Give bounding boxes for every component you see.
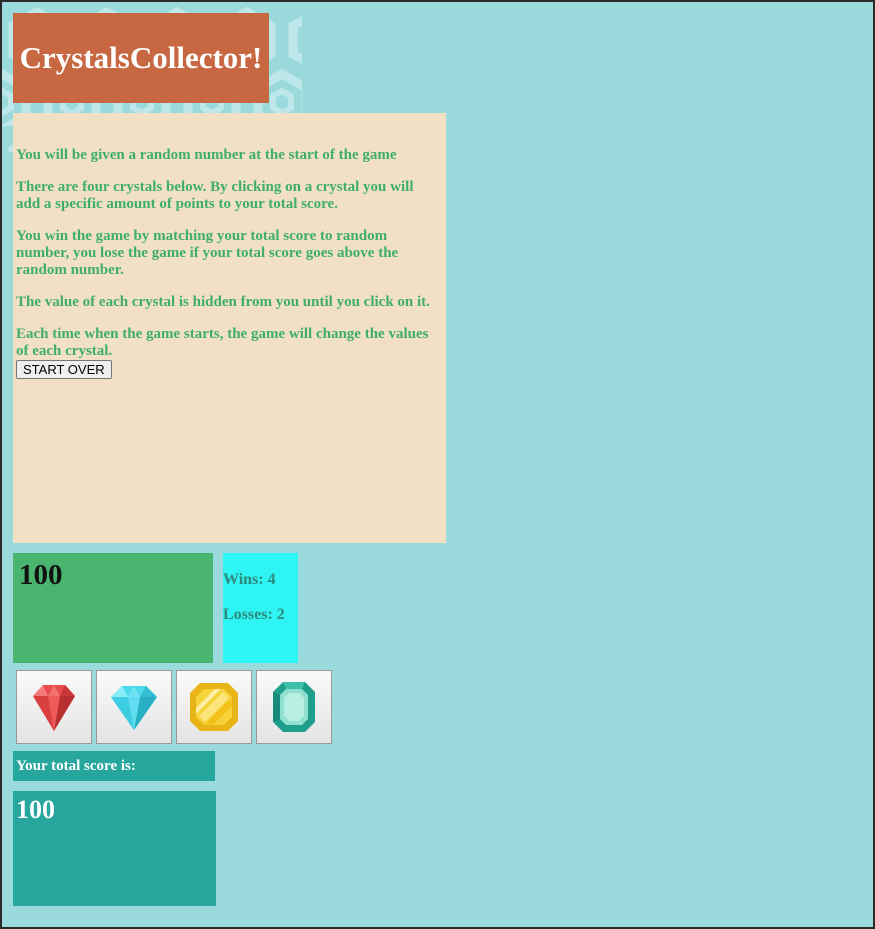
blue-diamond-icon xyxy=(111,686,157,730)
random-number: 100 xyxy=(19,559,63,591)
random-number-box: 100 xyxy=(13,553,213,663)
instruction-5: Each time when the game starts, the game… xyxy=(16,326,429,359)
game-title: CrystalsCollector! xyxy=(19,40,263,75)
crystal-button-green[interactable] xyxy=(256,670,332,744)
instruction-3: You win the game by matching your total … xyxy=(16,228,399,278)
instruction-1: You will be given a random number at the… xyxy=(16,147,397,163)
total-score: 100 xyxy=(16,795,55,824)
yellow-gem-icon xyxy=(190,683,238,731)
crystal-row xyxy=(16,670,332,744)
crystal-button-yellow[interactable] xyxy=(176,670,252,744)
wins-losses-box: Wins: 4 Losses: 2 xyxy=(223,553,298,663)
crystal-button-blue[interactable] xyxy=(96,670,172,744)
title-banner: CrystalsCollector! xyxy=(13,13,269,103)
total-score-box: 100 xyxy=(13,791,216,906)
instruction-4: The value of each crystal is hidden from… xyxy=(16,294,430,310)
instruction-2: There are four crystals below. By clicki… xyxy=(16,179,414,212)
instructions-panel: You will be given a random number at the… xyxy=(13,113,446,543)
score-label: Your total score is: xyxy=(16,758,136,774)
crystal-button-red[interactable] xyxy=(16,670,92,744)
score-label-box: Your total score is: xyxy=(13,751,215,781)
green-emerald-icon xyxy=(273,682,315,732)
wins-count: Wins: 4 xyxy=(223,571,276,588)
red-ruby-icon xyxy=(33,685,75,731)
start-over-button[interactable]: START OVER xyxy=(16,360,112,379)
losses-count: Losses: 2 xyxy=(223,606,285,623)
